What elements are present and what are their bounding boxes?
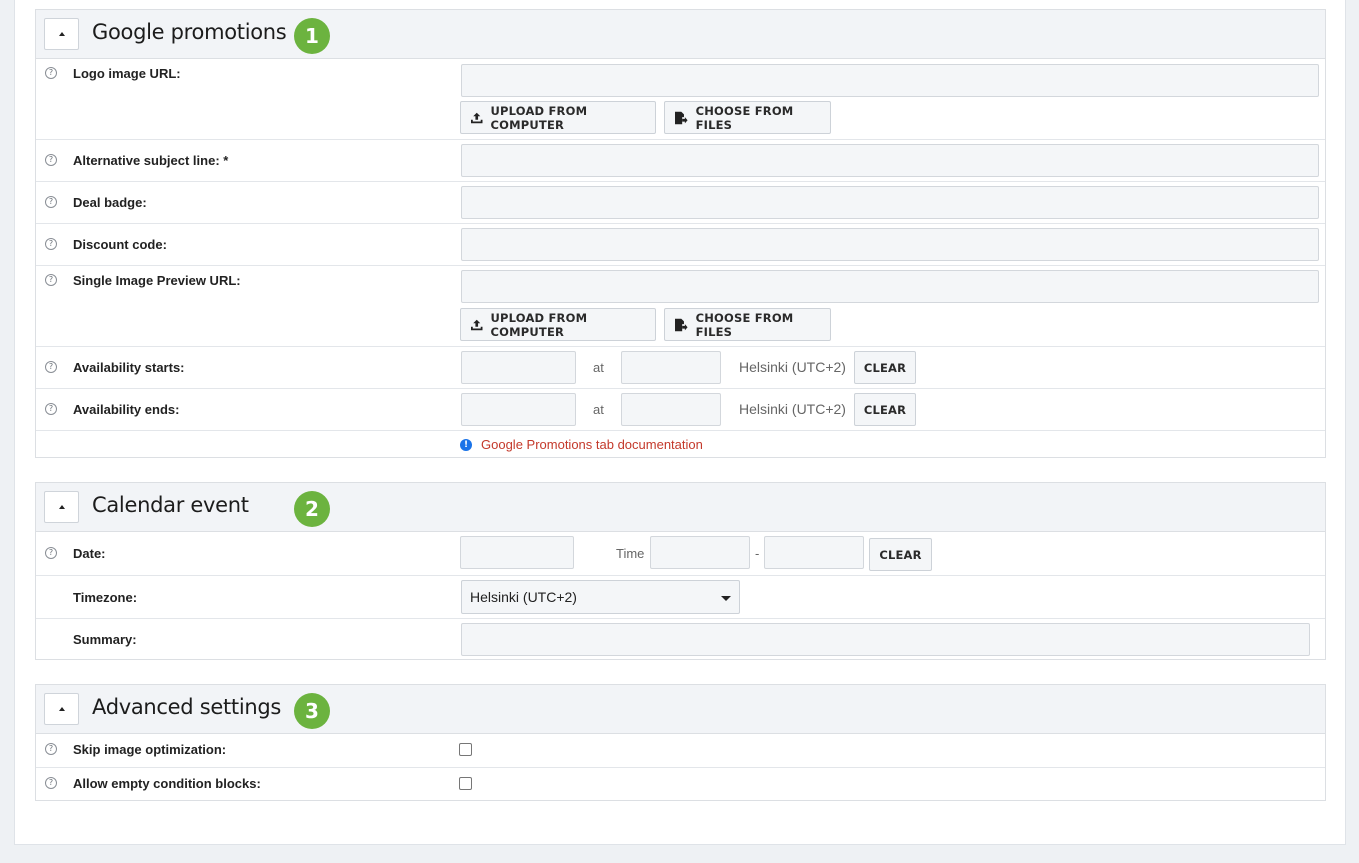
field-label: Discount code: — [73, 237, 167, 252]
event-start-time-input[interactable] — [650, 536, 750, 569]
event-end-time-input[interactable] — [764, 536, 864, 569]
field-label: Skip image optimization: — [73, 742, 227, 757]
chevron-down-icon — [721, 596, 731, 601]
discount-code-input[interactable] — [461, 228, 1319, 261]
caret-up-icon — [58, 505, 65, 509]
logo-image-url-input[interactable] — [461, 64, 1319, 97]
field-label: Timezone: — [73, 590, 138, 605]
choose-from-files-button[interactable]: CHOOSE FROM FILES — [664, 308, 831, 341]
upload-icon — [471, 319, 483, 330]
alternative-subject-line-input[interactable] — [461, 144, 1319, 177]
section-title: Google promotions — [92, 20, 287, 44]
availability-starts-time-input[interactable] — [621, 351, 721, 384]
single-image-preview-url-row: ? Single Image Preview URL: UPLOAD FROM … — [36, 266, 1325, 347]
collapse-calendar-event-button[interactable] — [44, 491, 79, 523]
availability-ends-row: ? Availability ends: at Helsinki (UTC+2)… — [36, 389, 1325, 431]
section-header: Advanced settings 3 — [36, 685, 1325, 734]
single-image-preview-url-input[interactable] — [461, 270, 1319, 303]
button-label: CLEAR — [863, 402, 907, 417]
summary-input[interactable] — [461, 623, 1310, 656]
field-label: Logo image URL: — [73, 66, 181, 81]
caret-up-icon — [58, 32, 65, 36]
availability-starts-date-input[interactable] — [461, 351, 576, 384]
google-promotions-section: Google promotions 1 ? Logo image URL: UP… — [35, 9, 1326, 458]
button-label: UPLOAD FROM COMPUTER — [490, 310, 588, 339]
availability-ends-date-input[interactable] — [461, 393, 576, 426]
step-badge: 2 — [294, 491, 330, 527]
field-label: Deal badge: — [73, 195, 147, 210]
deal-badge-row: ? Deal badge: — [36, 182, 1325, 224]
allow-empty-condition-blocks-row: ? Allow empty condition blocks: — [36, 768, 1325, 801]
caret-up-icon — [58, 707, 65, 711]
step-badge: 3 — [294, 693, 330, 729]
timezone-label: Helsinki (UTC+2) — [739, 359, 846, 375]
main-panel: Google promotions 1 ? Logo image URL: UP… — [14, 0, 1346, 845]
field-label: Allow empty condition blocks: — [73, 776, 261, 791]
deal-badge-input[interactable] — [461, 186, 1319, 219]
info-circle-icon: ! — [460, 438, 472, 451]
question-circle-icon[interactable]: ? — [45, 67, 57, 79]
calendar-event-section: Calendar event 2 ? Date: Time - CLEAR Ti… — [35, 482, 1326, 660]
at-label: at — [593, 402, 604, 417]
google-promotions-doc-link[interactable]: ! Google Promotions tab documentation — [460, 437, 703, 452]
button-label: CLEAR — [879, 547, 922, 562]
timezone-label: Helsinki (UTC+2) — [739, 401, 846, 417]
upload-from-computer-button[interactable]: UPLOAD FROM COMPUTER — [460, 101, 656, 134]
availability-ends-time-input[interactable] — [621, 393, 721, 426]
skip-image-optimization-row: ? Skip image optimization: — [36, 734, 1325, 768]
advanced-settings-section: Advanced settings 3 ? Skip image optimiz… — [35, 684, 1326, 801]
upload-from-computer-button[interactable]: UPLOAD FROM COMPUTER — [460, 308, 656, 341]
collapse-advanced-settings-button[interactable] — [44, 693, 79, 725]
step-badge: 1 — [294, 18, 330, 54]
clear-date-button[interactable]: CLEAR — [869, 538, 932, 571]
field-label: Date: — [73, 546, 106, 561]
question-circle-icon[interactable]: ? — [45, 547, 57, 559]
section-title: Calendar event — [92, 493, 249, 517]
question-circle-icon[interactable]: ? — [45, 361, 57, 373]
question-circle-icon[interactable]: ? — [45, 154, 57, 166]
at-label: at — [593, 360, 604, 375]
question-circle-icon[interactable]: ? — [45, 743, 57, 755]
link-text: Google Promotions tab documentation — [481, 437, 703, 452]
selected-value: Helsinki (UTC+2) — [470, 589, 577, 605]
documentation-row: ! Google Promotions tab documentation — [36, 431, 1325, 457]
time-label: Time — [616, 546, 645, 561]
upload-icon — [471, 112, 483, 123]
button-label: CHOOSE FROM FILES — [695, 310, 794, 339]
skip-image-optimization-checkbox[interactable] — [459, 743, 472, 756]
field-label: Availability starts: — [73, 360, 185, 375]
clear-availability-ends-button[interactable]: CLEAR — [854, 393, 916, 426]
logo-image-url-row: ? Logo image URL: UPLOAD FROM COMPUTER C… — [36, 59, 1325, 140]
button-label: CHOOSE FROM FILES — [695, 103, 794, 132]
event-date-input[interactable] — [460, 536, 574, 569]
section-header: Calendar event 2 — [36, 483, 1325, 532]
field-label: Single Image Preview URL: — [73, 273, 241, 288]
discount-code-row: ? Discount code: — [36, 224, 1325, 266]
file-arrow-icon — [675, 111, 688, 124]
date-row: ? Date: Time - CLEAR — [36, 532, 1325, 576]
button-label: CLEAR — [863, 360, 907, 375]
field-label: Summary: — [73, 632, 137, 647]
collapse-google-promotions-button[interactable] — [44, 18, 79, 50]
question-circle-icon[interactable]: ? — [45, 196, 57, 208]
availability-starts-row: ? Availability starts: at Helsinki (UTC+… — [36, 347, 1325, 389]
field-label: Availability ends: — [73, 402, 180, 417]
timezone-row: Timezone: Helsinki (UTC+2) — [36, 576, 1325, 619]
allow-empty-condition-blocks-checkbox[interactable] — [459, 777, 472, 790]
summary-row: Summary: — [36, 619, 1325, 660]
section-header: Google promotions 1 — [36, 10, 1325, 59]
question-circle-icon[interactable]: ? — [45, 403, 57, 415]
question-circle-icon[interactable]: ? — [45, 238, 57, 250]
question-circle-icon[interactable]: ? — [45, 274, 57, 286]
button-label: UPLOAD FROM COMPUTER — [490, 103, 588, 132]
field-label: Alternative subject line: * — [73, 153, 229, 168]
clear-availability-starts-button[interactable]: CLEAR — [854, 351, 916, 384]
file-arrow-icon — [675, 318, 688, 331]
section-title: Advanced settings — [92, 695, 282, 719]
time-separator: - — [755, 546, 760, 561]
timezone-select[interactable]: Helsinki (UTC+2) — [461, 580, 740, 614]
choose-from-files-button[interactable]: CHOOSE FROM FILES — [664, 101, 831, 134]
question-circle-icon[interactable]: ? — [45, 777, 57, 789]
alternative-subject-line-row: ? Alternative subject line: * — [36, 140, 1325, 182]
